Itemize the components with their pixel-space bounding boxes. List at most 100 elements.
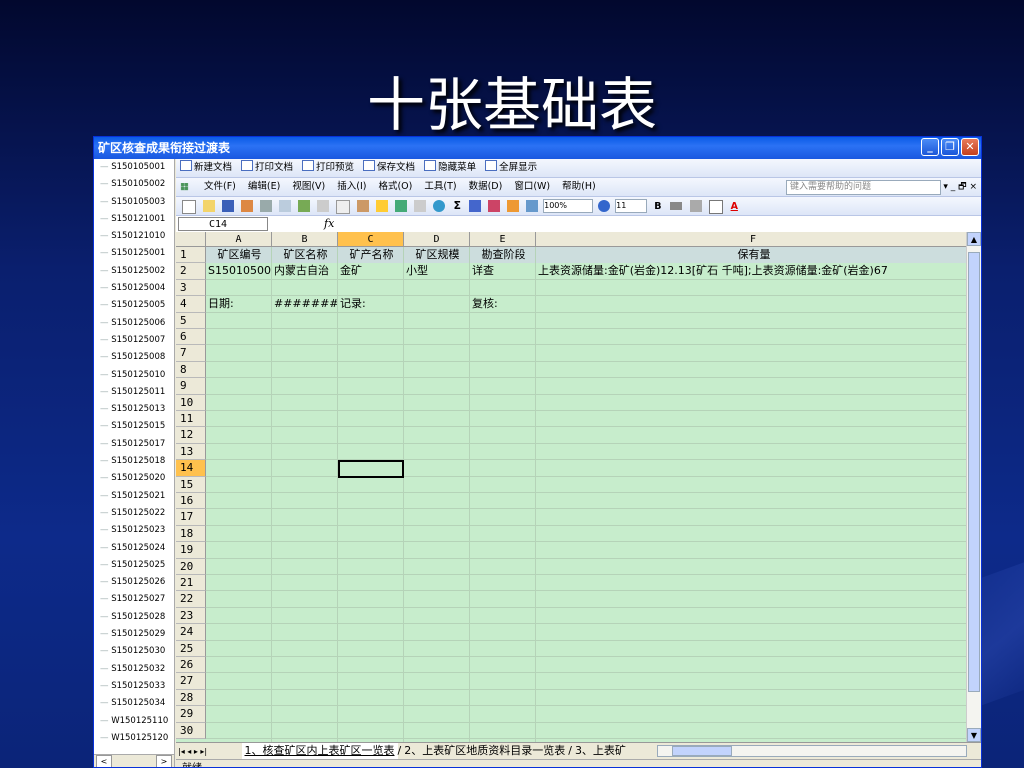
- sheet-grid[interactable]: A B C D E F 1 2 3 4 5 6 7 8 9 10 11 12 13 14 15 16 17 18 19 20 21 2…: [176, 232, 967, 742]
- cell[interactable]: ########: [272, 296, 337, 312]
- sidebar-scrollbar[interactable]: < >: [94, 754, 174, 767]
- row-header[interactable]: 20: [176, 558, 206, 575]
- row-header[interactable]: 13: [176, 443, 206, 461]
- row-header[interactable]: 24: [176, 624, 206, 641]
- cut-icon[interactable]: [317, 200, 330, 212]
- row-header[interactable]: 21: [176, 575, 206, 592]
- name-box[interactable]: C14: [178, 217, 268, 231]
- row-header[interactable]: 22: [176, 591, 206, 608]
- sidebar-item[interactable]: S150125011: [94, 384, 174, 401]
- hyperlink-icon[interactable]: [433, 200, 446, 212]
- row-header[interactable]: 15: [176, 476, 206, 493]
- help-search-input[interactable]: 键入需要帮助的问题: [786, 180, 941, 195]
- fx-icon[interactable]: fx: [324, 216, 334, 232]
- cell[interactable]: 内蒙古自治: [272, 263, 337, 279]
- sidebar-item[interactable]: S150125005: [94, 297, 174, 314]
- minimize-button[interactable]: _: [921, 138, 939, 156]
- row-header[interactable]: 12: [176, 427, 206, 444]
- cell[interactable]: 矿产名称: [338, 247, 403, 264]
- sidebar-item[interactable]: S150121010: [94, 228, 174, 245]
- cell[interactable]: [536, 296, 967, 312]
- sort-ascending-icon[interactable]: [468, 200, 481, 212]
- row-header[interactable]: 2: [176, 263, 206, 280]
- sidebar-item[interactable]: S150125006: [94, 315, 174, 332]
- row-header[interactable]: 30: [176, 722, 206, 739]
- active-cell-cursor[interactable]: [338, 460, 404, 478]
- menu-item[interactable]: 帮助(H): [562, 178, 596, 196]
- sidebar-item[interactable]: S150125028: [94, 609, 174, 626]
- autosum-icon[interactable]: Σ: [453, 199, 461, 212]
- align-left-icon[interactable]: [670, 202, 683, 210]
- zoom-select[interactable]: 100%: [543, 199, 594, 213]
- scroll-thumb[interactable]: [968, 252, 980, 692]
- toolbar-button[interactable]: 保存文档: [363, 159, 415, 177]
- sidebar-item[interactable]: S150125024: [94, 540, 174, 557]
- column-header[interactable]: E: [470, 232, 536, 247]
- font-color-button[interactable]: A: [731, 201, 738, 212]
- sidebar-item[interactable]: S150125013: [94, 401, 174, 418]
- sidebar-item[interactable]: S150125029: [94, 626, 174, 643]
- cell[interactable]: S15010500: [206, 263, 271, 279]
- cell[interactable]: 矿区规模: [404, 247, 469, 264]
- row-header[interactable]: 23: [176, 607, 206, 625]
- format-painter-icon[interactable]: [376, 200, 389, 212]
- doc-window-controls[interactable]: ▾ _ 🗗 ×: [943, 178, 977, 196]
- row-header[interactable]: 19: [176, 542, 206, 559]
- cell[interactable]: [404, 296, 469, 312]
- sidebar-item[interactable]: S150125001: [94, 245, 174, 262]
- toolbar-button[interactable]: 隐藏菜单: [424, 159, 476, 177]
- row-header[interactable]: 6: [176, 329, 206, 346]
- row-header[interactable]: 7: [176, 345, 206, 362]
- print-icon[interactable]: [260, 200, 273, 212]
- toolbar-button[interactable]: 新建文档: [180, 159, 232, 177]
- restore-button[interactable]: ❐: [941, 138, 959, 156]
- column-header[interactable]: B: [272, 232, 338, 247]
- horizontal-scrollbar[interactable]: [657, 745, 967, 757]
- row-header[interactable]: 28: [176, 689, 206, 707]
- sidebar-item[interactable]: S150125015: [94, 418, 174, 435]
- sidebar-item[interactable]: S150125033: [94, 678, 174, 695]
- vertical-scrollbar[interactable]: ▲ ▼: [966, 232, 981, 742]
- cell[interactable]: 小型: [404, 263, 469, 279]
- toolbar-button[interactable]: 打印预览: [302, 159, 354, 177]
- sidebar-item[interactable]: S150125018: [94, 453, 174, 470]
- cell[interactable]: 复核:: [470, 296, 535, 312]
- row-header[interactable]: 1: [176, 247, 206, 264]
- sidebar-item[interactable]: S150125025: [94, 557, 174, 574]
- paste-icon[interactable]: [357, 200, 370, 212]
- merge-center-icon[interactable]: [689, 200, 702, 212]
- menu-item[interactable]: 文件(F): [204, 178, 236, 196]
- menu-item[interactable]: 窗口(W): [514, 178, 550, 196]
- sidebar-item[interactable]: S150125021: [94, 488, 174, 505]
- scroll-left-arrow[interactable]: <: [96, 755, 112, 767]
- sidebar-item[interactable]: S150125004: [94, 280, 174, 297]
- row-header[interactable]: 8: [176, 361, 206, 379]
- sidebar-item[interactable]: S150105001: [94, 159, 174, 176]
- cell[interactable]: 金矿: [338, 263, 403, 279]
- menu-item[interactable]: 工具(T): [424, 178, 456, 196]
- print-preview-icon[interactable]: [279, 200, 292, 212]
- sheet-tab[interactable]: 3、上表矿: [572, 743, 629, 759]
- font-size-select[interactable]: 11: [615, 199, 648, 213]
- cell[interactable]: 勘查阶段: [470, 247, 535, 264]
- save-icon[interactable]: [222, 200, 235, 212]
- menu-item[interactable]: 视图(V): [292, 178, 325, 196]
- select-all-corner[interactable]: [176, 232, 206, 247]
- scroll-down-arrow[interactable]: ▼: [967, 728, 981, 742]
- sidebar-item[interactable]: S150125034: [94, 695, 174, 712]
- row-header[interactable]: 11: [176, 411, 206, 428]
- tab-navigation[interactable]: |◂ ◂ ▸ ▸|: [176, 744, 238, 760]
- row-header[interactable]: 18: [176, 525, 206, 543]
- help-icon[interactable]: [598, 200, 611, 212]
- sidebar-item[interactable]: S150125002: [94, 263, 174, 280]
- row-header[interactable]: 10: [176, 394, 206, 411]
- menu-item[interactable]: 数据(D): [469, 178, 503, 196]
- bold-button[interactable]: B: [654, 201, 661, 212]
- sidebar-item[interactable]: S150125030: [94, 643, 174, 660]
- sidebar-item[interactable]: S150125022: [94, 505, 174, 522]
- cell[interactable]: 日期:: [206, 296, 271, 312]
- column-header[interactable]: C: [338, 232, 404, 247]
- close-button[interactable]: ✕: [961, 138, 979, 156]
- row-header[interactable]: 16: [176, 493, 206, 510]
- spelling-icon[interactable]: [298, 200, 311, 212]
